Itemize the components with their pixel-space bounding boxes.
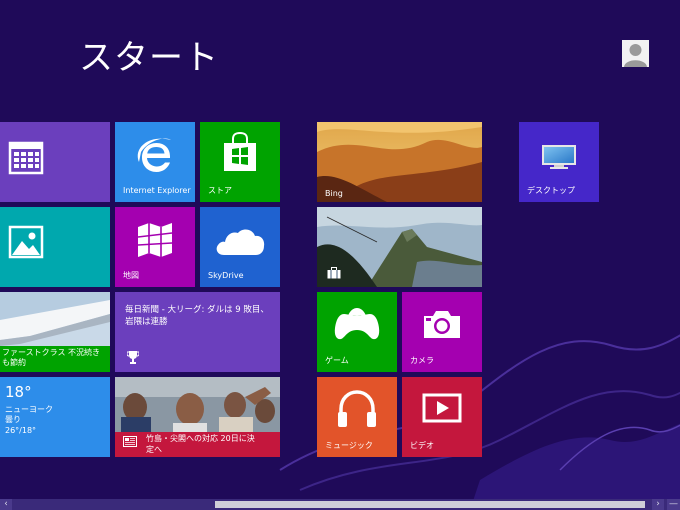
travel-headline-line1: ファーストクラス 不況続き bbox=[2, 348, 100, 357]
tile-calendar[interactable] bbox=[0, 122, 110, 202]
calendar-icon bbox=[8, 141, 44, 175]
trophy-icon bbox=[127, 351, 139, 364]
tile-label: ミュージック bbox=[325, 440, 373, 450]
tile-store[interactable]: ストア bbox=[200, 122, 280, 202]
mountain-photo bbox=[317, 207, 482, 287]
start-title: スタート bbox=[79, 38, 219, 78]
sports-headline: 毎日新聞 - 大リーグ: ダルは 9 敗目、岩隈は連勝 bbox=[125, 305, 269, 328]
internet-explorer-icon bbox=[137, 138, 171, 172]
tile-weather[interactable]: 18° ニューヨーク 曇り 26°/18° bbox=[0, 377, 110, 457]
headphones-icon bbox=[338, 390, 376, 427]
news-headline-line1: 竹島・尖閣への対応 20日に決 bbox=[146, 434, 255, 443]
tile-maps[interactable]: 地図 bbox=[115, 207, 195, 287]
tile-news[interactable]: 竹島・尖閣への対応 20日に決 定へ bbox=[115, 377, 280, 457]
weather-range: 26°/18° bbox=[5, 425, 37, 435]
tile-internet-explorer[interactable]: Internet Explorer bbox=[115, 122, 195, 202]
tile-label: 地図 bbox=[123, 270, 139, 280]
tile-games[interactable]: ゲーム bbox=[317, 292, 397, 372]
scroll-right-button[interactable]: › bbox=[652, 499, 664, 510]
store-bag-icon bbox=[224, 132, 256, 171]
scrollbar-thumb[interactable] bbox=[215, 501, 645, 508]
tile-label: デスクトップ bbox=[527, 185, 575, 195]
user-avatar[interactable] bbox=[622, 40, 649, 67]
scroll-left-button[interactable]: ‹ bbox=[0, 499, 12, 510]
tile-music[interactable]: ミュージック bbox=[317, 377, 397, 457]
news-headline-line2: 定へ bbox=[146, 444, 162, 454]
video-play-icon bbox=[422, 393, 462, 423]
newspaper-icon bbox=[123, 436, 137, 447]
tile-sports-news[interactable]: 毎日新聞 - 大リーグ: ダルは 9 敗目、岩隈は連勝 bbox=[115, 292, 280, 372]
suitcase-icon bbox=[327, 267, 341, 279]
tile-camera[interactable]: カメラ bbox=[402, 292, 482, 372]
tile-desktop[interactable]: デスクトップ bbox=[519, 122, 599, 202]
xbox-controller-icon bbox=[334, 308, 380, 340]
weather-temperature: 18° bbox=[5, 383, 32, 401]
tile-video[interactable]: ビデオ bbox=[402, 377, 482, 457]
tile-travel[interactable]: ファーストクラス 不況続き も節約 bbox=[0, 292, 110, 372]
tile-label: ゲーム bbox=[325, 355, 349, 365]
tile-skydrive[interactable]: SkyDrive bbox=[200, 207, 280, 287]
cloud-icon bbox=[216, 229, 265, 255]
photo-icon bbox=[8, 225, 44, 259]
tile-label: ビデオ bbox=[410, 440, 434, 450]
tile-label: ストア bbox=[208, 185, 232, 195]
tile-photos[interactable] bbox=[0, 207, 110, 287]
tile-label: カメラ bbox=[410, 355, 434, 365]
tile-label: Internet Explorer bbox=[123, 185, 191, 195]
camera-icon bbox=[424, 311, 460, 338]
weather-city: ニューヨーク bbox=[5, 405, 53, 414]
tile-travel-photo[interactable] bbox=[317, 207, 482, 287]
monitor-icon bbox=[542, 145, 576, 169]
semantic-zoom-button[interactable]: — bbox=[667, 499, 680, 510]
tile-label: Bing bbox=[325, 188, 343, 198]
map-icon bbox=[137, 223, 173, 257]
travel-headline-line2: も節約 bbox=[2, 358, 26, 368]
horizontal-scrollbar[interactable]: ‹ › — bbox=[0, 499, 680, 510]
user-icon bbox=[624, 44, 647, 67]
tile-label: SkyDrive bbox=[208, 270, 244, 280]
weather-condition: 曇り bbox=[5, 415, 21, 425]
tile-bing[interactable]: Bing bbox=[317, 122, 482, 202]
